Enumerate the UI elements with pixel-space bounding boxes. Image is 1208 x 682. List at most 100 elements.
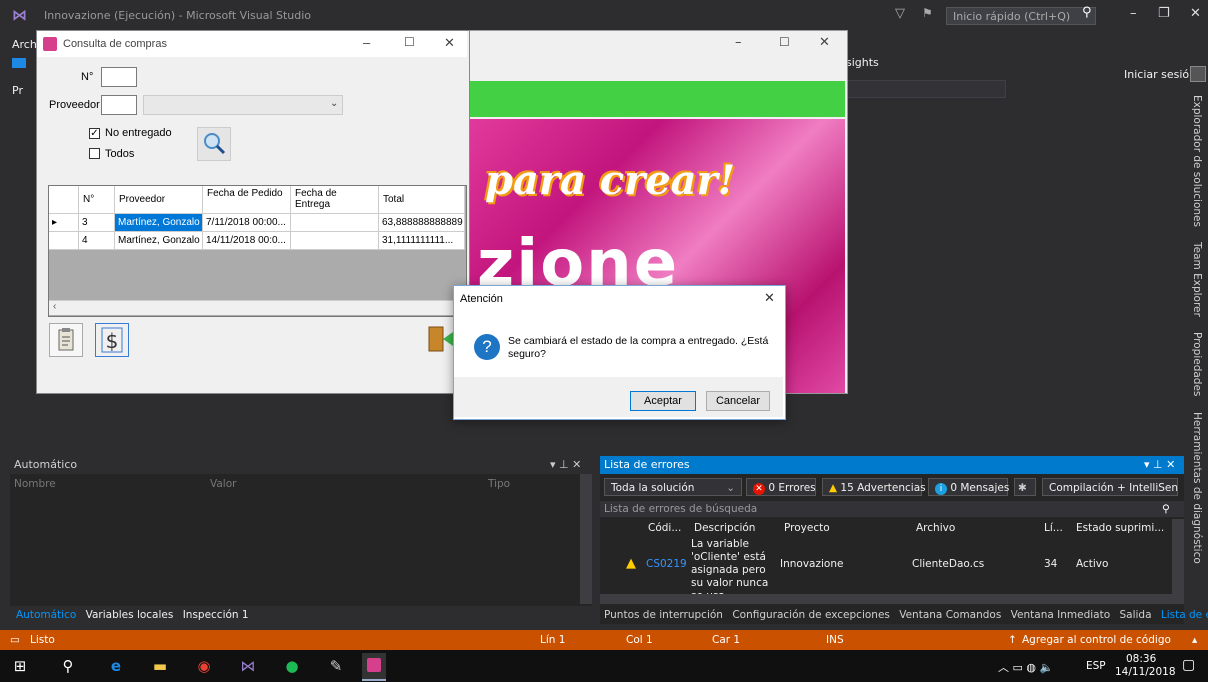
messages-filter-button[interactable]: i 0 Mensajes xyxy=(928,478,1009,496)
tab-team-explorer[interactable]: Team Explorer xyxy=(1191,242,1203,317)
dialog-close-button[interactable]: ✕ xyxy=(764,290,775,306)
tab-inspeccion[interactable]: Inspección 1 xyxy=(183,609,249,621)
tab-solution-explorer[interactable]: Explorador de soluciones xyxy=(1191,95,1203,227)
grid-header-nro[interactable]: N° xyxy=(79,186,115,214)
table-row-total[interactable]: 63,888888888889 xyxy=(379,214,465,232)
image-form-minimize-button[interactable]: – xyxy=(735,35,742,50)
consulta-minimize-button[interactable]: – xyxy=(363,35,370,50)
image-form-maximize-button[interactable]: ☐ xyxy=(779,35,790,49)
toolbar-dropdown[interactable] xyxy=(846,80,1006,98)
autos-scrollbar[interactable] xyxy=(580,474,592,604)
build-filter-select[interactable]: Compilación + IntelliSen xyxy=(1042,478,1178,496)
filter-icon[interactable]: ▽ xyxy=(895,6,905,21)
panel-dropdown-icon[interactable]: ▾ ⊥ ✕ xyxy=(550,456,581,474)
tab-immediate-window[interactable]: Ventana Inmediato xyxy=(1011,609,1110,621)
clock-time[interactable]: 08:36 xyxy=(1126,653,1156,665)
visual-studio-icon[interactable]: ⋈ xyxy=(238,656,258,676)
svg-text:$: $ xyxy=(106,329,119,353)
tab-breakpoints[interactable]: Puntos de interrupción xyxy=(604,609,723,621)
aceptar-button[interactable]: Aceptar xyxy=(630,391,696,411)
search-icon[interactable]: ⚲ xyxy=(1162,501,1170,517)
col-line[interactable]: Lí... xyxy=(1044,519,1063,537)
tab-command-window[interactable]: Ventana Comandos xyxy=(899,609,1001,621)
status-bar: ▭ Listo Lín 1 Col 1 Car 1 INS ↑ Agregar … xyxy=(0,630,1208,666)
tab-diagnostic-tools[interactable]: Herramientas de diagnóstico xyxy=(1191,412,1203,564)
consulta-close-button[interactable]: ✕ xyxy=(444,35,455,51)
row-selector[interactable] xyxy=(49,232,79,250)
errors-filter-button[interactable]: ✕ 0 Errores xyxy=(746,478,816,496)
account-icon[interactable] xyxy=(1190,66,1206,82)
scope-select[interactable]: Toda la solución ⌄ xyxy=(604,478,742,496)
toolbar-icon[interactable] xyxy=(12,58,26,68)
table-row-fecha-pedido[interactable]: 14/11/2018 00:0... xyxy=(203,232,291,250)
spotify-icon[interactable]: ● xyxy=(282,656,302,676)
file-explorer-icon[interactable]: ▬ xyxy=(150,656,170,676)
tab-automatico[interactable]: Automático xyxy=(16,609,76,621)
panel-pin-icon[interactable]: ▾ ⊥ ✕ xyxy=(1144,456,1175,474)
todos-checkbox[interactable] xyxy=(89,148,100,159)
tab-properties[interactable]: Propiedades xyxy=(1191,332,1203,396)
grid-header-fecha-entrega[interactable]: Fecha de Entrega xyxy=(291,186,379,214)
search-button[interactable] xyxy=(197,127,231,161)
edge-icon[interactable]: e xyxy=(106,656,126,676)
no-entregado-checkbox[interactable]: ✓ xyxy=(89,128,100,139)
image-form-close-button[interactable]: ✕ xyxy=(819,35,830,50)
clock-date[interactable]: 14/11/2018 xyxy=(1115,666,1176,678)
grid-header-total[interactable]: Total xyxy=(379,186,465,214)
chrome-icon[interactable]: ◉ xyxy=(194,656,214,676)
table-row-proveedor[interactable]: Martínez, Gonzalo xyxy=(115,232,203,250)
table-row-proveedor[interactable]: Martínez, Gonzalo xyxy=(115,214,203,232)
paint-icon[interactable]: ✎ xyxy=(326,656,346,676)
running-app-button[interactable] xyxy=(362,653,386,681)
search-icon[interactable]: ⚲ xyxy=(1082,5,1092,20)
feedback-icon[interactable]: ⚑ xyxy=(922,6,933,20)
action-center-icon[interactable]: ▢ xyxy=(1182,657,1195,673)
mark-paid-button[interactable]: $ xyxy=(95,323,129,357)
cancelar-button[interactable]: Cancelar xyxy=(706,391,770,411)
grid-horizontal-scrollbar[interactable]: ‹ xyxy=(49,300,464,315)
table-row-fecha-entrega[interactable] xyxy=(291,232,379,250)
grid-header-proveedor[interactable]: Proveedor xyxy=(115,186,203,214)
windows-start-icon[interactable]: ⊞ xyxy=(10,656,30,676)
consulta-maximize-button[interactable]: ☐ xyxy=(404,35,415,49)
insights-label[interactable]: sights xyxy=(846,56,879,69)
close-button[interactable]: ✕ xyxy=(1190,6,1201,21)
minimize-button[interactable]: – xyxy=(1130,6,1137,21)
table-row-total[interactable]: 31,1111111111... xyxy=(379,232,465,250)
error-list-hscrollbar[interactable] xyxy=(600,594,1184,604)
quick-launch-input[interactable]: Inicio rápido (Ctrl+Q) xyxy=(946,7,1096,25)
proveedor-select[interactable]: ⌄ xyxy=(143,95,343,115)
search-icon[interactable]: ⚲ xyxy=(58,656,78,676)
tab-error-list[interactable]: Lista de errores xyxy=(1161,609,1208,621)
compras-grid[interactable]: N° Proveedor Fecha de Pedido Fecha de En… xyxy=(48,185,467,317)
error-list-scrollbar[interactable] xyxy=(1172,519,1184,594)
tab-variables-locales[interactable]: Variables locales xyxy=(86,609,174,621)
table-row-fecha-pedido[interactable]: 7/11/2018 00:00... xyxy=(203,214,291,232)
table-row-nro[interactable]: 3 xyxy=(79,214,115,232)
clear-filter-button[interactable]: ✱ xyxy=(1014,478,1036,496)
table-row[interactable]: ▲ CS0219 La variable 'oCliente' está asi… xyxy=(600,538,1174,602)
menu-file[interactable]: Arch xyxy=(12,38,37,51)
sign-in-link[interactable]: Iniciar sesión xyxy=(1124,68,1196,81)
proveedor-id-input[interactable] xyxy=(101,95,137,115)
col-code[interactable]: Códi... xyxy=(648,519,681,537)
grid-header-fecha-pedido[interactable]: Fecha de Pedido xyxy=(203,186,291,214)
nro-input[interactable] xyxy=(101,67,137,87)
warnings-filter-button[interactable]: ▲ 15 Advertencias xyxy=(822,478,926,496)
tab-output[interactable]: Salida xyxy=(1119,609,1151,621)
warning-code-link[interactable]: CS0219 xyxy=(646,558,687,570)
scroll-left-icon[interactable]: ‹ xyxy=(53,301,56,312)
tab-exception-settings[interactable]: Configuración de excepciones xyxy=(732,609,890,621)
row-selector-current[interactable]: ▸ xyxy=(49,214,79,232)
restore-button[interactable]: ❐ xyxy=(1158,6,1170,21)
table-row-nro[interactable]: 4 xyxy=(79,232,115,250)
col-file[interactable]: Archivo xyxy=(916,519,955,537)
col-suppression-state[interactable]: Estado suprimi... xyxy=(1076,519,1164,537)
language-indicator[interactable]: ESP xyxy=(1086,660,1106,672)
col-description[interactable]: Descripción xyxy=(694,519,755,537)
error-search-input[interactable]: Lista de errores de búsqueda ⚲ xyxy=(600,501,1184,517)
table-row-fecha-entrega[interactable] xyxy=(291,214,379,232)
report-button[interactable] xyxy=(49,323,83,357)
col-project[interactable]: Proyecto xyxy=(784,519,830,537)
tray-icons[interactable]: ︿ ▭ ◍ 🔈 xyxy=(998,659,1053,675)
